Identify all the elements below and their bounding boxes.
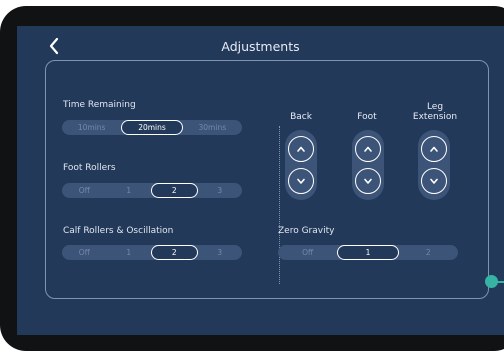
time-option-10mins[interactable]: 10mins — [62, 120, 121, 135]
calf-rollers-label: Calf Rollers & Oscillation — [63, 226, 174, 236]
foot-rollers-label: Foot Rollers — [63, 163, 116, 173]
foot-label: Foot — [357, 112, 377, 122]
leg-extension-down-button[interactable] — [421, 168, 447, 194]
calf-rollers-option-1[interactable]: 1 — [107, 245, 152, 260]
leg-extension-label-line2: Extension — [412, 112, 458, 122]
chevron-up-icon — [430, 146, 438, 152]
screen: Adjustments Time Remaining 10mins 20mins… — [17, 26, 504, 335]
callout-line — [496, 281, 504, 283]
back-up-button[interactable] — [288, 136, 314, 162]
leg-extension-up-button[interactable] — [421, 136, 447, 162]
calf-rollers-option-2[interactable]: 2 — [151, 245, 198, 260]
zero-gravity-selector: Off 1 2 — [278, 245, 458, 260]
zero-gravity-option-1[interactable]: 1 — [337, 245, 399, 260]
foot-rollers-selector: Off 1 2 3 — [62, 183, 242, 198]
time-option-20mins[interactable]: 20mins — [121, 120, 183, 135]
chevron-up-icon — [297, 146, 305, 152]
section-divider — [279, 126, 280, 284]
back-down-button[interactable] — [288, 168, 314, 194]
foot-rollers-option-off[interactable]: Off — [62, 183, 107, 198]
foot-rollers-option-3[interactable]: 3 — [198, 183, 243, 198]
foot-rollers-option-2[interactable]: 2 — [151, 183, 198, 198]
time-remaining-label: Time Remaining — [63, 100, 136, 110]
foot-control — [352, 130, 384, 200]
zero-gravity-option-2[interactable]: 2 — [399, 245, 458, 260]
foot-rollers-option-1[interactable]: 1 — [107, 183, 152, 198]
chevron-up-icon — [364, 146, 372, 152]
leg-extension-label-line1: Leg — [426, 102, 444, 112]
zero-gravity-option-off[interactable]: Off — [278, 245, 337, 260]
chevron-down-icon — [364, 178, 372, 184]
time-remaining-selector: 10mins 20mins 30mins — [62, 120, 242, 135]
calf-rollers-option-off[interactable]: Off — [62, 245, 107, 260]
chevron-down-icon — [297, 178, 305, 184]
calf-rollers-option-3[interactable]: 3 — [198, 245, 243, 260]
calf-rollers-selector: Off 1 2 3 — [62, 245, 242, 260]
chevron-down-icon — [430, 178, 438, 184]
page-title: Adjustments — [221, 39, 300, 54]
foot-down-button[interactable] — [355, 168, 381, 194]
foot-up-button[interactable] — [355, 136, 381, 162]
leg-extension-label: Leg Extension — [405, 102, 465, 122]
leg-extension-control — [418, 130, 450, 200]
back-label: Back — [290, 112, 312, 122]
back-control — [285, 130, 317, 200]
time-option-30mins[interactable]: 30mins — [183, 120, 242, 135]
zero-gravity-label: Zero Gravity — [278, 226, 335, 236]
